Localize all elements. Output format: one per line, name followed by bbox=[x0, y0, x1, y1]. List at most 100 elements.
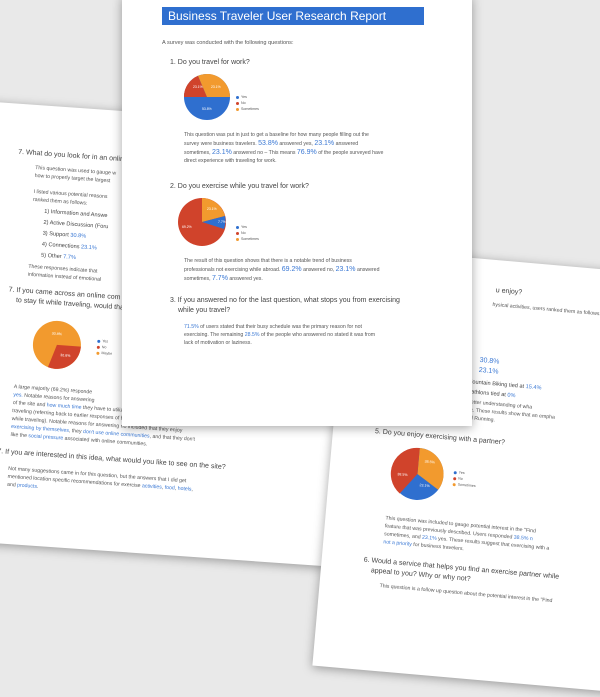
legend-label: Yes bbox=[102, 339, 109, 344]
highlight-text: 0% bbox=[507, 392, 516, 400]
text-span: like the bbox=[10, 431, 29, 440]
list-item: 5) Other 7.7% bbox=[41, 253, 76, 261]
text-span: survey were business travelers. bbox=[184, 141, 259, 147]
text-span: answered yes, bbox=[277, 141, 315, 147]
paragraph-line: 71.5% of users stated that their busy sc… bbox=[184, 324, 362, 332]
text-span: sometimes, bbox=[184, 276, 212, 282]
report-page-front: Business Traveler User Research Report A… bbox=[122, 0, 472, 426]
list-value: 23.1% bbox=[80, 244, 98, 252]
highlight-text: yes. bbox=[13, 392, 24, 399]
highlight-text: 23.1% bbox=[314, 140, 335, 147]
pie-legend: Yes No Sometimes bbox=[236, 224, 259, 242]
paragraph-line: professionals not exercising while abroa… bbox=[184, 266, 379, 275]
highlight-text: food bbox=[164, 484, 175, 492]
highlight-text: 28.5% bbox=[244, 332, 260, 338]
text-span: answered bbox=[355, 267, 380, 273]
highlight-text: 53.8% bbox=[258, 140, 278, 147]
paragraph-line: hysical activities, users ranked them as… bbox=[492, 301, 600, 318]
highlight-text: 30.8% bbox=[479, 356, 500, 366]
question-3-heading: 3. If you answered no for the last quest… bbox=[170, 297, 400, 304]
legend-label: Yes bbox=[241, 225, 247, 229]
highlight-text: 23.1% bbox=[421, 534, 437, 542]
legend-swatch bbox=[453, 470, 457, 474]
paragraph-line: This question was put in just to get a b… bbox=[184, 132, 369, 138]
highlight-text: 15.4% bbox=[525, 384, 542, 392]
question-heading-partial: u enjoy? bbox=[495, 287, 523, 297]
list-text: Connections bbox=[48, 242, 82, 251]
legend-label: No bbox=[241, 101, 246, 105]
legend-swatch bbox=[236, 231, 239, 235]
pie-label: 23.1% bbox=[193, 85, 203, 89]
highlight-text: 69.2% bbox=[281, 266, 302, 273]
list-item: 1) Information and Answe bbox=[44, 209, 108, 219]
highlight-text: hotels bbox=[177, 485, 192, 493]
text-span: answered no – This means bbox=[231, 150, 297, 156]
list-item: 2) Active Discussion (Foru bbox=[43, 220, 108, 231]
highlight-text: 38.5% n bbox=[513, 534, 534, 543]
text-span: professionals not exercising while abroa… bbox=[184, 267, 282, 273]
legend-label: No bbox=[458, 476, 464, 481]
legend-label: No bbox=[241, 231, 246, 235]
pie-legend: Yes No Sometimes bbox=[236, 94, 259, 112]
question-7-heading: 7. What do you look for in an online bbox=[18, 148, 128, 164]
question-2-heading: 2. Do you exercise while you travel for … bbox=[170, 183, 309, 190]
list-item: Triathlons tied at 0% bbox=[465, 389, 516, 399]
pie-legend: Yes No Maybe bbox=[96, 338, 113, 357]
legend-label: No bbox=[101, 345, 107, 350]
text-span: answered no, bbox=[301, 267, 336, 273]
list-number: 5) bbox=[40, 252, 47, 259]
report-title: Business Traveler User Research Report bbox=[162, 7, 424, 25]
legend-label: Sometimes bbox=[241, 237, 259, 241]
legend-label: Sometimes bbox=[457, 482, 476, 489]
pie-chart-exercise-partner: 38.5% 38.5% 23.1% bbox=[390, 447, 444, 500]
legend-swatch bbox=[96, 345, 100, 349]
pie-label: 30.8% bbox=[60, 353, 71, 358]
text-span: exercising. The remaining bbox=[184, 332, 245, 338]
highlight-text: products bbox=[16, 482, 38, 490]
list-value-item: 30.8% bbox=[479, 357, 499, 366]
paragraph-line: and products. bbox=[6, 481, 39, 490]
pie-label: 53.8% bbox=[202, 107, 212, 111]
list-text: Information and Answe bbox=[50, 209, 108, 220]
legend-swatch bbox=[96, 351, 100, 355]
legend-swatch bbox=[97, 339, 101, 343]
legend-swatch bbox=[453, 476, 457, 480]
highlight-text: 71.5% bbox=[184, 324, 199, 330]
legend-label: Yes bbox=[458, 470, 465, 476]
pie-chart-travel-for-work: 23.1% 23.1% 53.8% bbox=[183, 73, 231, 120]
question-3-heading-cont: while you travel? bbox=[178, 307, 231, 314]
pie-legend: Yes No Sometimes bbox=[452, 469, 476, 489]
list-item: 4) Connections 23.1% bbox=[42, 242, 97, 252]
text-span: sometimes, bbox=[184, 150, 212, 156]
pie-label: 38.5% bbox=[397, 472, 408, 477]
paragraph-line: survey were business travelers. 53.8% an… bbox=[184, 140, 358, 149]
text-span: answered bbox=[334, 141, 359, 147]
pie-label: 23.1% bbox=[207, 207, 217, 211]
text-span: of the people who answered no stated it … bbox=[259, 332, 376, 338]
legend-label: Sometimes bbox=[241, 107, 259, 111]
paragraph-line: This question is a follow up question ab… bbox=[379, 583, 553, 605]
list-value: 7.7% bbox=[62, 254, 77, 262]
pie-label: 38.5% bbox=[424, 460, 435, 465]
text-span: of users stated that their busy schedule… bbox=[198, 324, 362, 330]
highlight-text: social pressure bbox=[28, 433, 64, 442]
legend-swatch bbox=[236, 237, 239, 241]
list-value-item: 23.1% bbox=[478, 367, 498, 376]
question-1-heading: 1. Do you travel for work? bbox=[170, 59, 250, 66]
list-number: 3) bbox=[42, 230, 48, 238]
pie-chart-exercise-while-traveling: 23.1% 69.2% 7.7% bbox=[178, 198, 226, 246]
legend-swatch bbox=[452, 482, 456, 486]
list-item: 3) Support 30.8% bbox=[42, 231, 86, 240]
highlight-text: 23.1% bbox=[335, 266, 356, 273]
highlight-text: how much time bbox=[46, 402, 82, 411]
pie-label: 30.8% bbox=[52, 332, 63, 337]
highlight-text: 76.9% bbox=[296, 149, 317, 156]
pie-label: 7.7% bbox=[218, 220, 226, 224]
pie-chart-community-interest: 30.8% 30.8% bbox=[32, 320, 81, 369]
paragraph-line: The result of this question shows that t… bbox=[184, 258, 352, 264]
list-value: 30.8% bbox=[70, 232, 87, 240]
text-span: of the people surveyed have bbox=[316, 150, 384, 156]
highlight-text: activities bbox=[141, 483, 162, 491]
paragraph-line: lack of motivation or laziness. bbox=[184, 340, 252, 346]
highlight-text: 23.1% bbox=[211, 149, 232, 156]
